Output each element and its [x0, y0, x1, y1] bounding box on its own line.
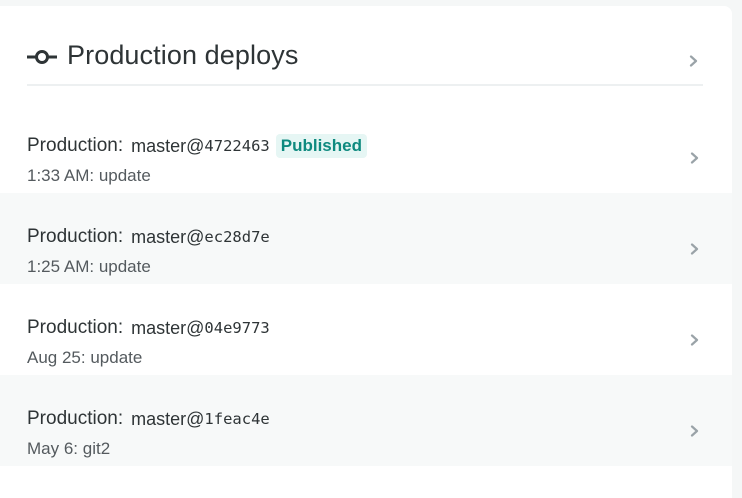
- deploy-context: Production: [27, 226, 118, 247]
- deploy-subtitle: 1:25 AM: update: [27, 257, 151, 276]
- deploy-branch: master@: [131, 408, 205, 429]
- card-title: Production deploys: [67, 40, 299, 70]
- production-deploys-card: Production deploys Production: master@ 472…: [0, 6, 732, 498]
- chevron-right-icon: [689, 55, 698, 67]
- deploy-row[interactable]: Production: master@ 04e9773 Aug 25: update: [0, 284, 732, 375]
- deploy-title: Production: master@ 04e9773: [27, 316, 270, 340]
- deploy-subtitle: 1:33 AM: update: [27, 166, 151, 185]
- deploy-subtitle: May 6: git2: [27, 439, 111, 458]
- deploy-branch: master@: [131, 226, 205, 247]
- deploy-title: Production: master@ 1feac4e: [27, 407, 270, 431]
- deploy-row[interactable]: Production: master@ ec28d7e 1:25 AM: updat…: [0, 193, 732, 284]
- published-badge: Published: [275, 134, 367, 158]
- deploy-colon: :: [117, 317, 124, 338]
- deploy-row[interactable]: Production: master@ 4722463 Published 1:33…: [0, 102, 732, 193]
- deploy-sha: ec28d7e: [204, 228, 270, 246]
- deploy-row[interactable]: Production: master@ 1feac4e May 6: git2: [0, 375, 732, 466]
- deploy-colon: :: [117, 408, 124, 429]
- deploy-sha: 1feac4e: [204, 410, 270, 428]
- deploy-list: Production: master@ 4722463 Published 1:33…: [0, 102, 732, 466]
- deploy-sha: 04e9773: [204, 319, 270, 337]
- chevron-right-icon: [690, 425, 699, 437]
- deploy-branch: master@: [131, 135, 205, 156]
- deploy-context: Production: [27, 135, 118, 156]
- deploy-title: Production: master@ ec28d7e: [27, 225, 270, 249]
- chevron-right-icon: [690, 243, 699, 255]
- deploy-sha: 4722463: [204, 137, 270, 155]
- deploy-branch: master@: [131, 317, 205, 338]
- card-header-link[interactable]: Production deploys: [27, 6, 703, 86]
- deploy-context: Production: [27, 317, 118, 338]
- deploy-colon: :: [117, 226, 124, 247]
- chevron-right-icon: [690, 152, 699, 164]
- deploy-subtitle: Aug 25: update: [27, 348, 143, 367]
- deploy-colon: :: [117, 135, 124, 156]
- chevron-right-icon: [690, 334, 699, 346]
- deploy-commit-icon: [27, 50, 57, 64]
- deploy-context: Production: [27, 408, 118, 429]
- deploy-title: Production: master@ 4722463 Published: [27, 134, 367, 158]
